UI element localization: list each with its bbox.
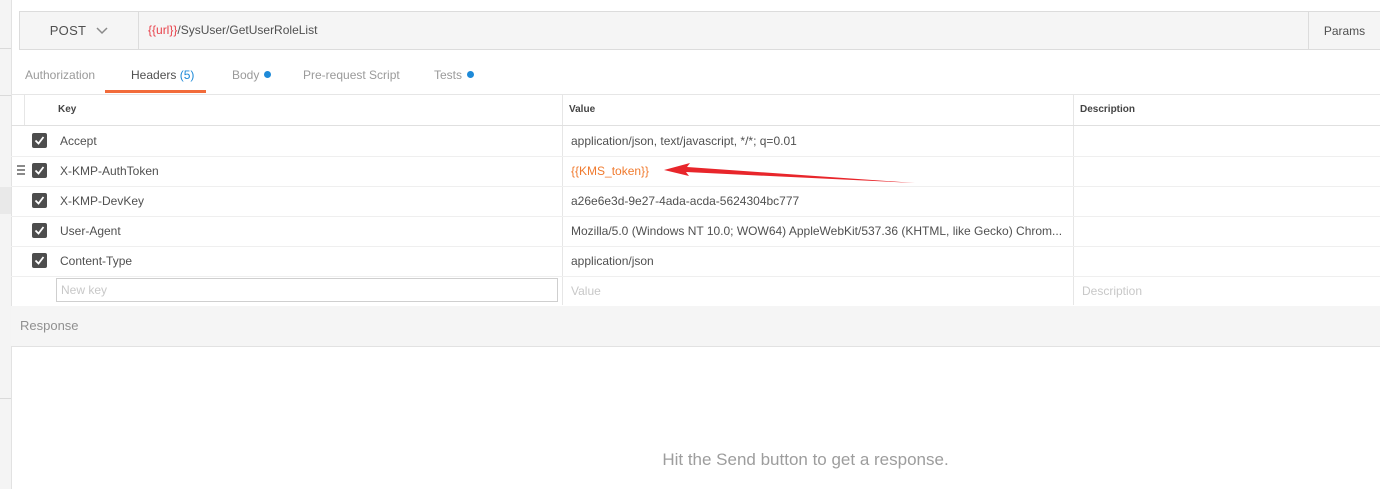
drag-handle-icon[interactable] [17, 165, 25, 175]
response-header: Response [11, 306, 1380, 347]
tab-label: Body [232, 68, 260, 82]
tab-pre-request-script[interactable]: Pre-request Script [303, 58, 400, 92]
header-value[interactable]: application/json [571, 246, 1066, 276]
checkbox-enabled[interactable] [32, 223, 47, 238]
empty-response-message: Hit the Send button to get a response. [662, 450, 949, 469]
table-row: X-KMP-AuthToken {{KMS_token}} [11, 156, 1380, 187]
tab-label: Tests [434, 68, 463, 82]
table-row: User-Agent Mozilla/5.0 (Windows NT 10.0;… [11, 216, 1380, 247]
tab-authorization[interactable]: Authorization [25, 58, 95, 92]
tab-tests[interactable]: Tests [434, 58, 475, 92]
indicator-dot-icon [264, 71, 272, 78]
table-row: Content-Type application/json [11, 246, 1380, 277]
response-title: Response [20, 318, 79, 333]
new-header-row: Value Description [11, 276, 1380, 307]
table-header-row: Key Value Description [11, 94, 1380, 126]
header-key[interactable]: Accept [60, 126, 550, 156]
header-key[interactable]: User-Agent [60, 216, 550, 246]
sidebar-divider [0, 48, 11, 49]
tab-body[interactable]: Body [232, 58, 272, 92]
tab-count-badge: (5) [179, 68, 195, 82]
request-bar: POST {{url}}/SysUser/GetUserRoleList Par… [19, 11, 1380, 50]
method-select[interactable]: POST [20, 12, 139, 49]
column-header-key: Key [58, 104, 77, 115]
checkbox-enabled[interactable] [32, 133, 47, 148]
new-value-input[interactable]: Value [571, 276, 601, 306]
params-label: Params [1323, 23, 1366, 38]
url-variable: {{url}} [148, 23, 178, 37]
url-path: /SysUser/GetUserRoleList [177, 23, 318, 37]
request-tabs: Authorization Headers (5) Body Pre-reque… [11, 58, 1380, 95]
header-value[interactable]: application/json, text/javascript, */*; … [571, 126, 1066, 156]
tab-label: Pre-request Script [303, 68, 400, 82]
checkmark-icon [34, 136, 45, 145]
new-description-input[interactable]: Description [1082, 276, 1142, 306]
checkmark-icon [34, 256, 45, 265]
checkmark-icon [34, 226, 45, 235]
method-label: POST [49, 23, 87, 38]
sidebar-selected-item [0, 187, 11, 214]
indicator-dot-icon [467, 71, 475, 78]
table-row: Accept application/json, text/javascript… [11, 126, 1380, 157]
tab-label: Headers [131, 68, 177, 82]
checkbox-enabled[interactable] [32, 253, 47, 268]
header-key[interactable]: X-KMP-DevKey [60, 186, 550, 216]
header-value[interactable]: Mozilla/5.0 (Windows NT 10.0; WOW64) App… [571, 216, 1068, 246]
checkmark-icon [34, 166, 45, 175]
header-value[interactable]: {{KMS_token}} [571, 156, 1066, 186]
checkbox-enabled[interactable] [32, 193, 47, 208]
sidebar-divider [0, 398, 11, 399]
table-row: X-KMP-DevKey a26e6e3d-9e27-4ada-acda-562… [11, 186, 1380, 217]
column-header-description: Description [1080, 104, 1136, 115]
url-input[interactable]: {{url}}/SysUser/GetUserRoleList [139, 12, 1308, 49]
header-key[interactable]: Content-Type [60, 246, 550, 276]
active-tab-indicator [105, 90, 206, 93]
sidebar-divider [0, 95, 11, 96]
tab-label: Authorization [25, 68, 96, 82]
header-value[interactable]: a26e6e3d-9e27-4ada-acda-5624304bc777 [571, 186, 1066, 216]
checkmark-icon [34, 196, 45, 205]
tab-headers[interactable]: Headers (5) [131, 58, 194, 92]
params-button[interactable]: Params [1308, 12, 1380, 49]
header-key[interactable]: X-KMP-AuthToken [60, 156, 550, 186]
column-header-value: Value [569, 104, 596, 115]
new-key-input[interactable] [56, 278, 558, 302]
chevron-down-icon [96, 26, 108, 34]
checkbox-enabled[interactable] [32, 163, 47, 178]
